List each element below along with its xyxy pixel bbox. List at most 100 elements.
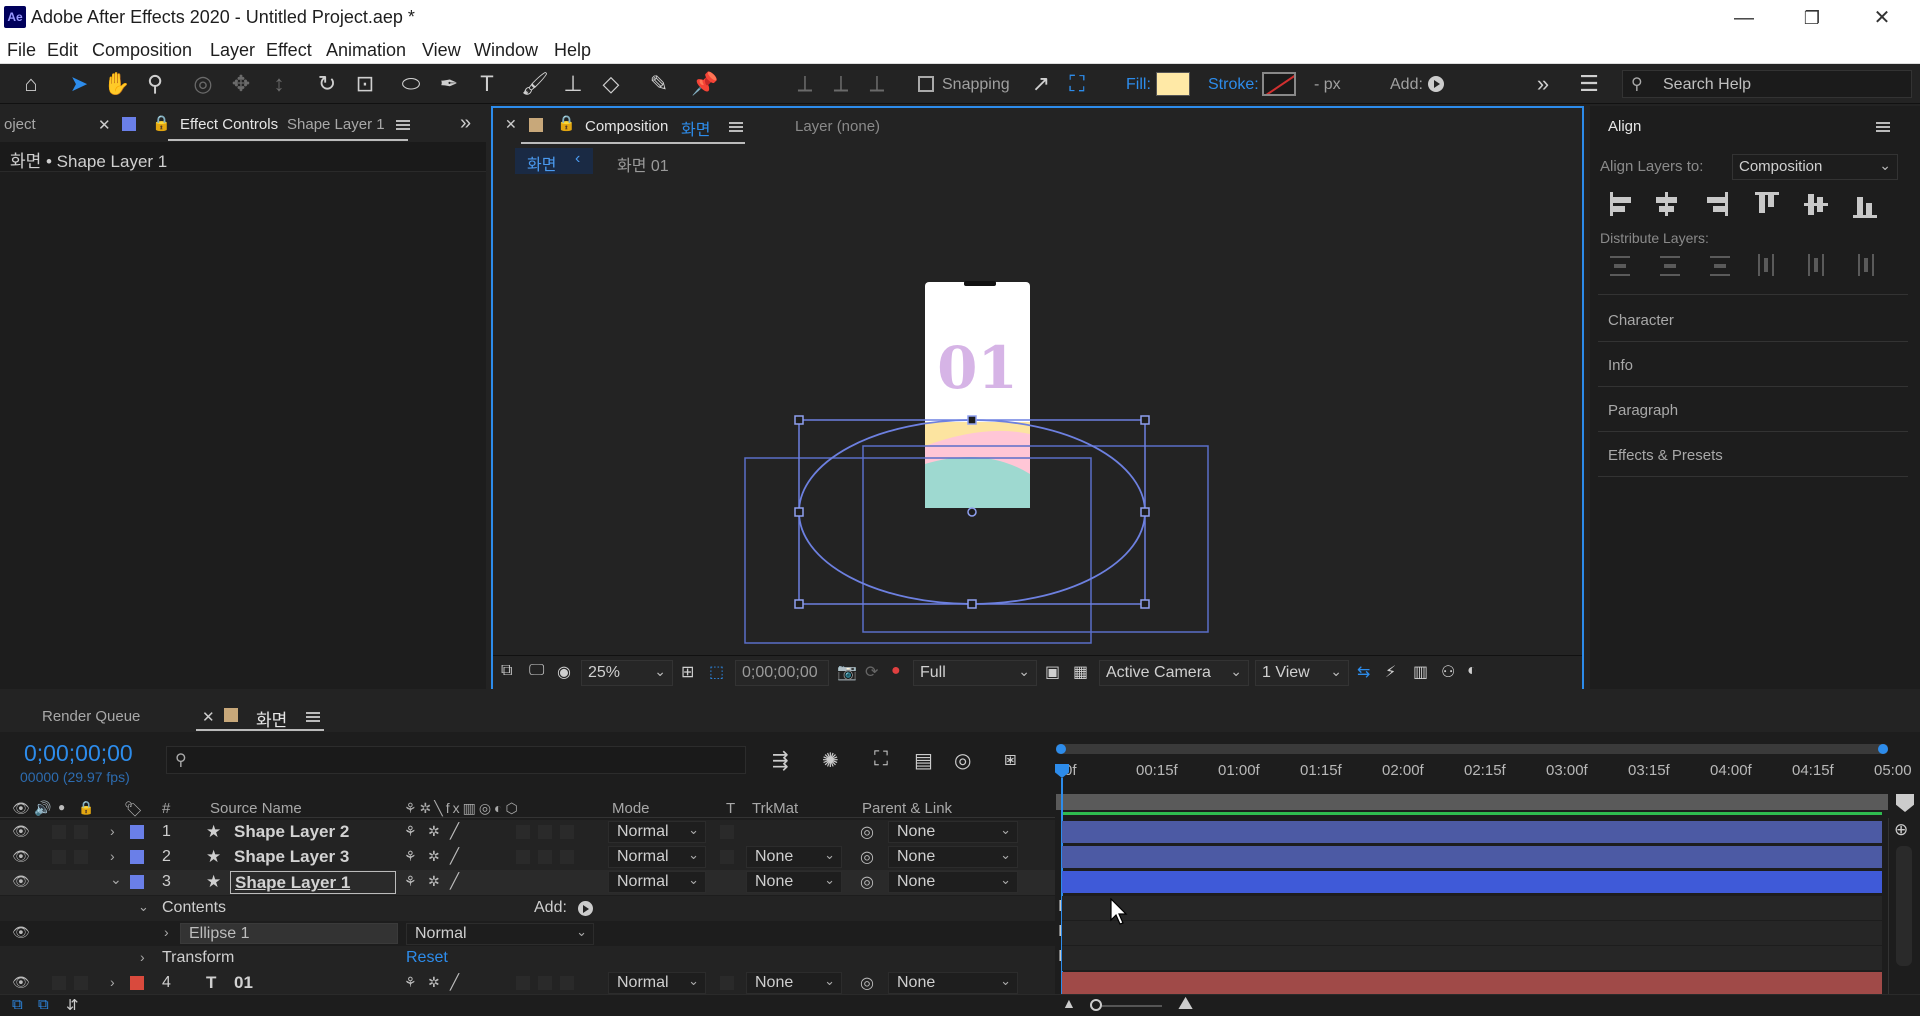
solo-toggle[interactable]	[52, 850, 66, 864]
color-channels-icon[interactable]: ●	[891, 662, 901, 680]
stroke-width-value[interactable]: - px	[1314, 76, 1341, 94]
region-of-interest-icon[interactable]: ▣	[1045, 662, 1060, 682]
snap-features-icon[interactable]: ⛶	[1062, 70, 1092, 98]
solo-toggle[interactable]	[52, 875, 66, 889]
motion-blur-icon[interactable]: ◎	[954, 748, 971, 773]
close-window-button[interactable]: ✕	[1862, 4, 1902, 32]
graph-editor-icon[interactable]: ⧆	[1004, 748, 1017, 771]
composition-mini-flowchart-icon[interactable]: ⇶	[772, 748, 789, 773]
pick-whip-icon[interactable]: ◎	[860, 822, 874, 842]
chevron-right-icon[interactable]: ›	[164, 924, 169, 940]
selection-tool-icon[interactable]: ➤	[64, 70, 94, 98]
eye-icon[interactable]: 👁	[12, 924, 30, 941]
track-matte-dropdown[interactable]: None ⌄	[746, 871, 842, 893]
layer-search-input[interactable]: ⚲	[166, 746, 746, 774]
menu-edit[interactable]: Edit	[47, 40, 78, 61]
layer-row[interactable]: 👁 ⌄ 3 ★ Shape Layer 1 ⚘ ✲ ╱ Normal ⌄ None…	[0, 870, 1055, 895]
shy-switch-icon[interactable]: ⚘	[404, 848, 417, 865]
preserve-transparency-toggle[interactable]	[720, 976, 734, 990]
keyframe-marker-icon[interactable]: I	[1058, 898, 1062, 916]
lock-icon[interactable]: 🔒	[152, 114, 171, 132]
chevron-down-icon[interactable]: ⌄	[110, 871, 122, 888]
chevron-right-icon[interactable]: ›	[110, 848, 115, 864]
rotation-tool-icon[interactable]: ↻	[312, 70, 342, 98]
quality-switch-icon[interactable]: ╱	[450, 872, 459, 890]
tab-layer-none[interactable]: Layer (none)	[795, 118, 880, 135]
effects-presets-panel[interactable]: Effects & Presets	[1598, 433, 1908, 477]
motion-blur-toggle[interactable]	[516, 825, 530, 839]
resolution-dropdown[interactable]: Full ⌄	[913, 660, 1037, 686]
transparency-grid-icon[interactable]: ▦	[1073, 662, 1088, 682]
zoom-dropdown[interactable]: 25% ⌄	[581, 660, 673, 686]
ellipse-row[interactable]: 👁 › Ellipse 1 Normal ⌄	[0, 921, 1055, 946]
layer-name-field[interactable]: Shape Layer 3	[230, 846, 396, 869]
menu-effect[interactable]: Effect	[266, 40, 312, 61]
menu-composition[interactable]: Composition	[92, 40, 192, 61]
align-vertical-center-button[interactable]	[1804, 188, 1834, 220]
camera-dropdown[interactable]: Active Camera ⌄	[1099, 660, 1249, 686]
adjustment-toggle[interactable]	[538, 850, 552, 864]
preserve-transparency-toggle[interactable]	[720, 825, 734, 839]
draft-3d-icon[interactable]: ✺	[822, 748, 839, 773]
3d-layer-toggle[interactable]	[560, 825, 574, 839]
frame-blending-icon[interactable]: ▤	[914, 748, 933, 773]
align-horizontal-center-button[interactable]	[1656, 188, 1686, 220]
lock-switch-icon[interactable]: 🔒	[78, 800, 94, 816]
layer-row[interactable]: 👁 › 4 T 01 ⚘ ✲ ╱ Normal ⌄ None ⌄ ◎ None …	[0, 971, 1055, 996]
roto-brush-icon[interactable]: ✎	[644, 70, 674, 98]
timecode-field[interactable]: 0;00;00;00	[735, 660, 829, 686]
solo-toggle[interactable]	[52, 825, 66, 839]
track-matte-dropdown[interactable]: None ⌄	[746, 846, 842, 868]
timeline-vertical-scrollbar[interactable]	[1896, 846, 1912, 966]
align-right-button[interactable]	[1706, 188, 1736, 220]
layer-switches-toggle-icon[interactable]: ⧉	[12, 996, 23, 1013]
composition-viewer[interactable]: 01	[494, 184, 1581, 652]
layer-label-color-icon[interactable]	[130, 976, 144, 990]
align-panel-menu-icon[interactable]	[1876, 122, 1890, 132]
timeline-panel-menu-icon[interactable]	[306, 712, 320, 722]
shy-switch-icon[interactable]: ⚘	[404, 974, 417, 991]
timeline-zoom-slider[interactable]	[1090, 999, 1162, 1011]
comp-breadcrumb-active[interactable]: 화면 ‹	[515, 148, 593, 174]
tab-composition[interactable]: Composition	[585, 118, 668, 135]
menu-file[interactable]: File	[7, 40, 36, 61]
shy-switch-icon[interactable]: ⚘	[404, 873, 417, 890]
menu-window[interactable]: Window	[474, 40, 538, 61]
quality-switch-icon[interactable]: ╱	[450, 822, 459, 840]
puppet-pin-icon[interactable]: 📌	[690, 70, 720, 98]
adjustment-toggle[interactable]	[538, 976, 552, 990]
adjustment-toggle[interactable]	[538, 825, 552, 839]
layer-mode-dropdown[interactable]: Normal ⌄	[608, 846, 706, 868]
lock-toggle[interactable]	[74, 976, 88, 990]
comp-breadcrumb-next[interactable]: 화면 01	[617, 152, 669, 176]
motion-blur-toggle[interactable]	[516, 875, 530, 889]
eye-icon[interactable]: 👁	[12, 974, 30, 991]
snap-edges-icon[interactable]: ↗	[1026, 70, 1056, 98]
views-dropdown[interactable]: 1 View ⌄	[1255, 660, 1349, 686]
layer-label-color-icon[interactable]	[130, 850, 144, 864]
comp-button-icon[interactable]: ⊕	[1894, 820, 1908, 840]
workspace-icon[interactable]: ☰	[1574, 70, 1604, 98]
expand-toolbar-icon[interactable]: »	[1528, 70, 1558, 98]
keyframe-marker-icon[interactable]: I	[1058, 923, 1062, 941]
close-comp-tab-icon[interactable]: ✕	[505, 116, 517, 133]
show-snapshot-icon[interactable]: ⟳	[865, 662, 878, 682]
lock-toggle[interactable]	[74, 825, 88, 839]
layer-duration-bar[interactable]	[1062, 972, 1882, 994]
layer-row[interactable]: 👁 › 2 ★ Shape Layer 3 ⚘ ✲ ╱ Normal ⌄ None…	[0, 845, 1055, 870]
layer-mode-dropdown[interactable]: Normal ⌄	[608, 972, 706, 994]
pick-whip-icon[interactable]: ◎	[860, 973, 874, 993]
collapse-switch-icon[interactable]: ✲	[428, 974, 440, 991]
layer-name-field[interactable]: Shape Layer 2	[230, 821, 396, 844]
in-out-toggle-icon[interactable]: ⇵	[66, 996, 79, 1014]
solo-switch-icon[interactable]: ●	[58, 800, 65, 814]
solo-toggle[interactable]	[52, 976, 66, 990]
collapse-switch-icon[interactable]: ✲	[428, 848, 440, 865]
zoom-tool-icon[interactable]: ⚲	[140, 70, 170, 98]
chevron-right-icon[interactable]: ›	[110, 974, 115, 990]
toggle-pixel-aspect-icon[interactable]: ⇆	[1357, 662, 1370, 682]
align-bottom-button[interactable]	[1852, 188, 1882, 220]
motion-blur-toggle[interactable]	[516, 976, 530, 990]
ellipse-blend-mode-dropdown[interactable]: Normal ⌄	[406, 923, 594, 945]
menu-view[interactable]: View	[422, 40, 461, 61]
